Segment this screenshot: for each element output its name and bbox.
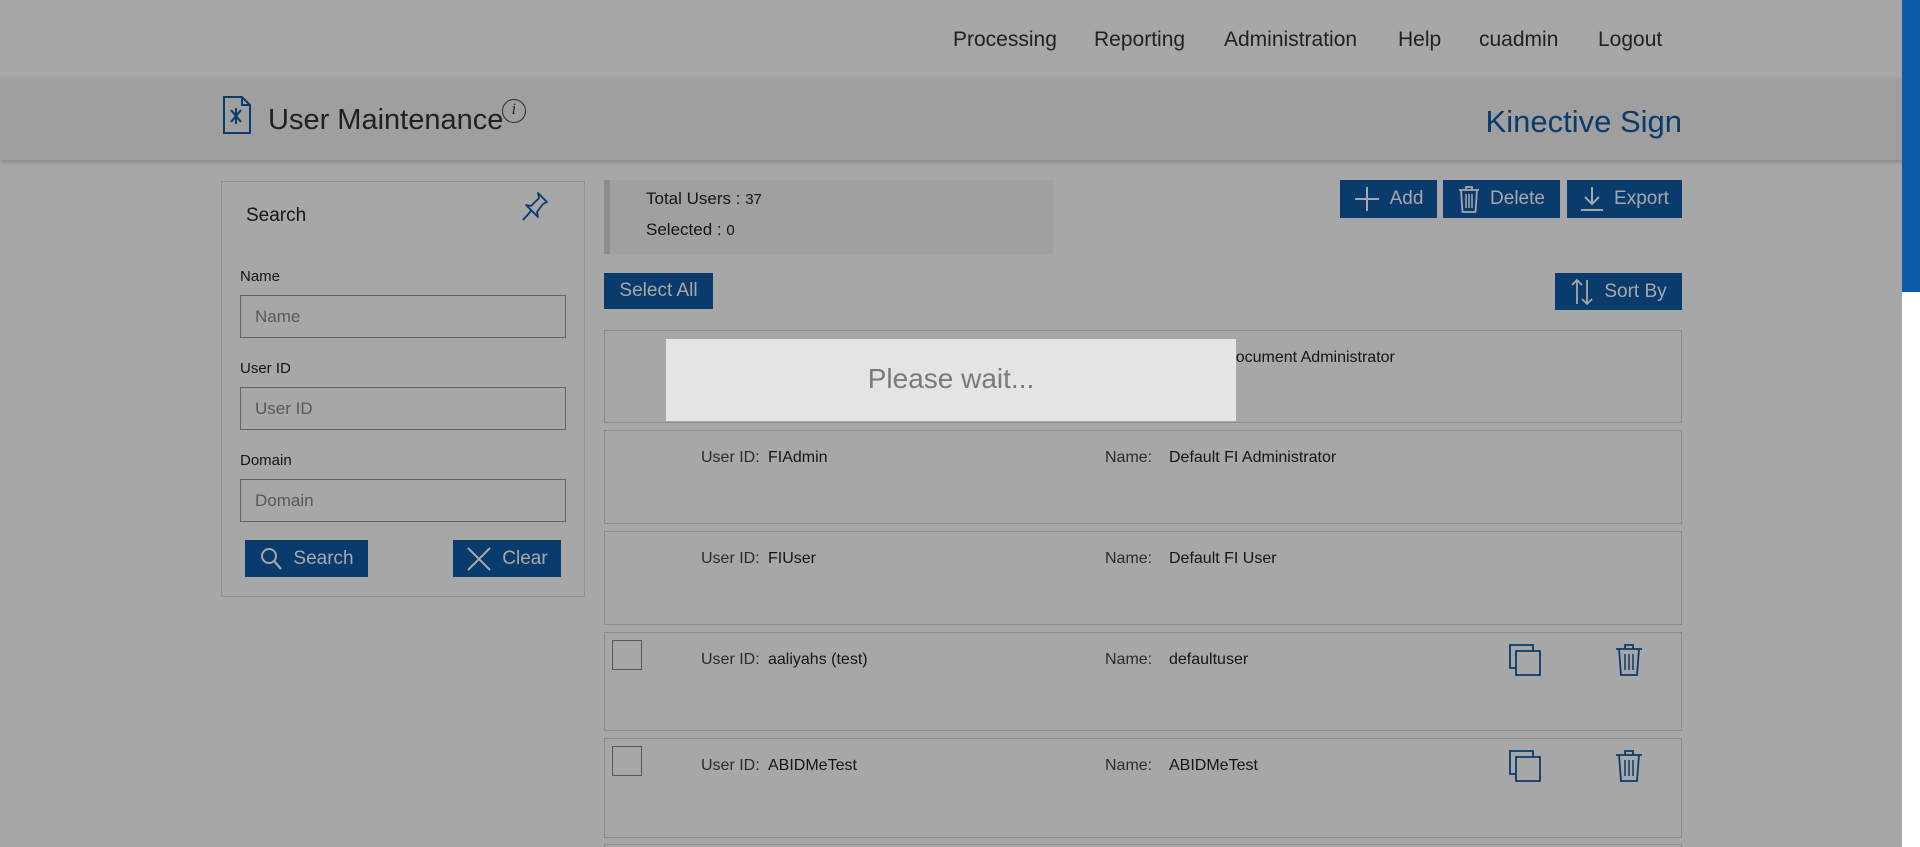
page-scrollbar[interactable] (1902, 0, 1920, 847)
please-wait-text: Please wait... (867, 363, 1035, 394)
modal-overlay (0, 0, 1920, 847)
scrollbar-thumb[interactable] (1902, 0, 1920, 292)
please-wait-dialog: Please wait... (666, 339, 1236, 421)
